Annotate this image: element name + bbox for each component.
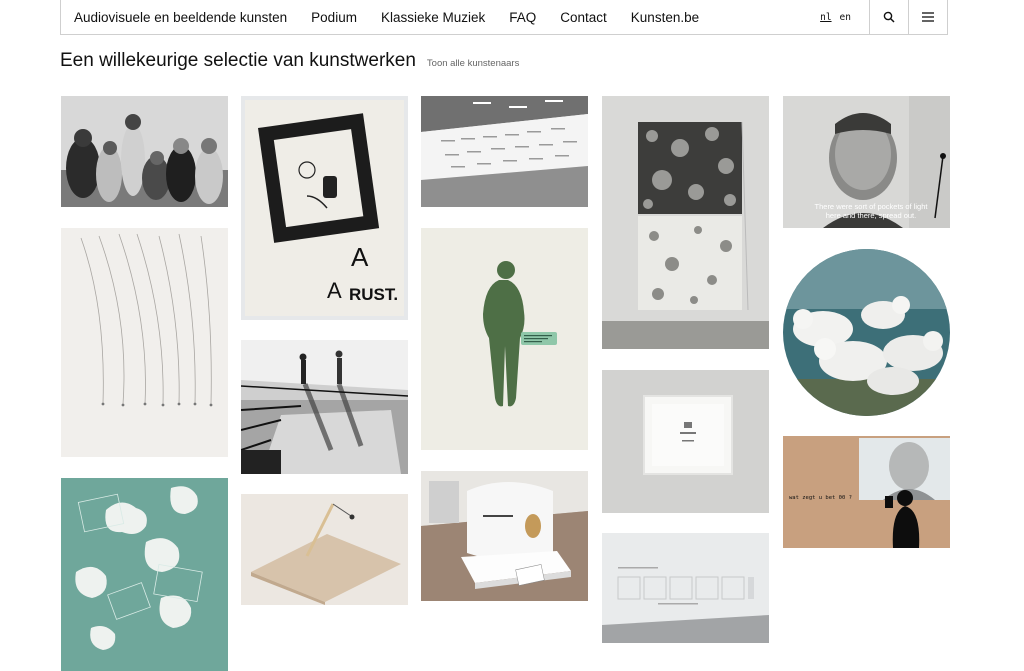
artwork-pencil-lines[interactable]: [61, 228, 228, 457]
artwork-group-photo[interactable]: [61, 96, 228, 207]
artwork-framed-drawing[interactable]: [602, 370, 769, 513]
artwork-text-rust: RUST.: [349, 285, 398, 304]
artwork-image: [783, 249, 950, 416]
page-title: Een willekeurige selectie van kunstwerke…: [60, 50, 416, 71]
artwork-stick-sculpture[interactable]: [241, 494, 408, 605]
artwork-white-installation[interactable]: [421, 471, 588, 601]
nav-link-contact[interactable]: Contact: [560, 10, 607, 25]
search-icon: [883, 11, 895, 23]
artwork-white-dogs[interactable]: [783, 249, 950, 416]
artwork-wall-frames-row[interactable]: [602, 533, 769, 643]
artwork-a-rust[interactable]: A A RUST.: [241, 96, 408, 320]
language-switcher: nl en: [816, 12, 855, 23]
language-en[interactable]: en: [840, 12, 851, 23]
menu-button[interactable]: [908, 0, 947, 34]
projection-text: wat zegt u bet 00 ?: [789, 495, 852, 501]
section-heading: Een willekeurige selectie van kunstwerke…: [60, 50, 519, 72]
nav-link-faq[interactable]: FAQ: [509, 10, 536, 25]
artwork-image: [61, 228, 228, 457]
artwork-text-a2: A: [327, 278, 342, 303]
search-button[interactable]: [869, 0, 908, 34]
artwork-image: [61, 96, 228, 207]
artwork-image: [602, 96, 769, 349]
artwork-image: [61, 478, 228, 671]
video-subtitle-line2: here and there, spread out.: [826, 211, 916, 220]
main-menu: Audiovisuele en beeldende kunsten Podium…: [61, 10, 816, 25]
artwork-image: [241, 340, 408, 474]
artwork-image: [602, 533, 769, 643]
artwork-image: [421, 471, 588, 601]
artwork-image: There were sort of pockets of light here…: [783, 96, 950, 228]
artwork-gallery-wall-text[interactable]: [421, 96, 588, 207]
show-all-artists-link[interactable]: Toon alle kunstenaars: [427, 58, 519, 69]
artwork-image: [241, 494, 408, 605]
nav-link-kunsten-be[interactable]: Kunsten.be: [631, 10, 699, 25]
artwork-image: [421, 96, 588, 207]
artwork-green-figure[interactable]: [421, 228, 588, 450]
nav-link-podium[interactable]: Podium: [311, 10, 357, 25]
artwork-projection-silhouette[interactable]: wat zegt u bet 00 ?: [783, 436, 950, 548]
top-navigation: Audiovisuele en beeldende kunsten Podium…: [60, 0, 948, 35]
hamburger-menu-icon: [922, 12, 934, 22]
artwork-image: [602, 370, 769, 513]
artwork-video-portrait[interactable]: There were sort of pockets of light here…: [783, 96, 950, 228]
artwork-textured-panels[interactable]: [602, 96, 769, 349]
language-nl[interactable]: nl: [820, 12, 831, 23]
artwork-teal-print[interactable]: [61, 478, 228, 671]
artwork-text-a1: A: [351, 242, 369, 272]
artwork-image: wat zegt u bet 00 ?: [783, 436, 950, 548]
artwork-image: [421, 228, 588, 450]
nav-link-klassieke-muziek[interactable]: Klassieke Muziek: [381, 10, 485, 25]
artwork-image: A A RUST.: [241, 96, 408, 320]
nav-link-audiovisuele[interactable]: Audiovisuele en beeldende kunsten: [74, 10, 287, 25]
artwork-balcony-photo[interactable]: [241, 340, 408, 474]
video-subtitle-line1: There were sort of pockets of light: [815, 202, 929, 211]
